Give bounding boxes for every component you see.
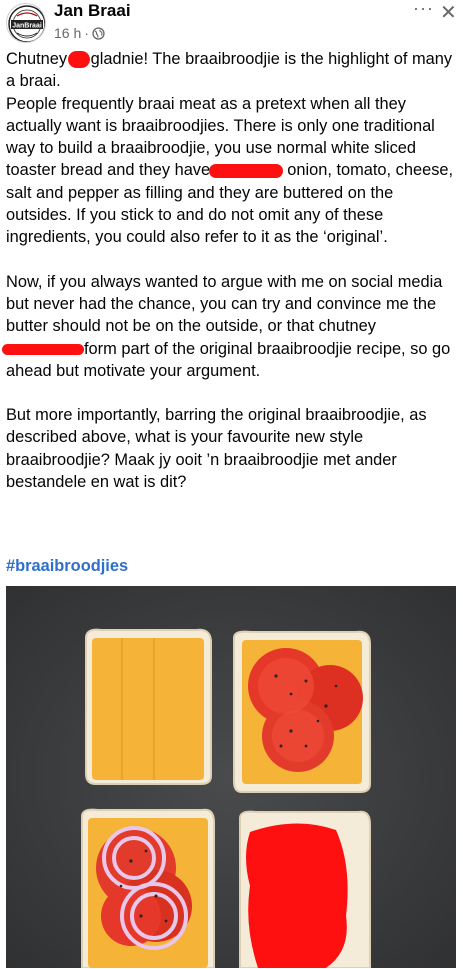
post-line-1a: Chutney — [6, 50, 72, 68]
redaction-mark — [2, 343, 84, 355]
more-options-icon[interactable]: ··· — [413, 0, 434, 19]
post-header: JanBraai Jan Braai 16 h · ··· ✕ — [0, 0, 463, 44]
logo-text: JanBraai — [12, 23, 42, 30]
bread-slice-redacted — [239, 810, 371, 968]
post-paragraph-3: But more importantly, barring the origin… — [6, 406, 432, 492]
redaction-mark — [67, 51, 90, 69]
hashtag-link[interactable]: #braaibroodjies — [6, 557, 128, 576]
jan-braai-logo-icon: JanBraai — [8, 5, 45, 42]
post-photo[interactable] — [6, 586, 456, 968]
bread-slice-onion — [81, 808, 215, 968]
post-para2-a: Now, if you always wanted to argue with … — [6, 272, 447, 336]
post-paragraph-1: Chutney gladnie! The braaibroodjie is th… — [6, 48, 456, 249]
post-paragraph-2: Now, if you always wanted to argue with … — [2, 271, 456, 382]
braaibroodjie-photo — [6, 586, 456, 968]
close-icon[interactable]: ✕ — [440, 0, 457, 25]
author-name[interactable]: Jan Braai — [54, 1, 131, 21]
bread-slice-cheese — [85, 628, 212, 785]
post-text: Chutney gladnie! The braaibroodjie is th… — [2, 48, 456, 493]
globe-icon — [92, 26, 105, 40]
meta-separator: · — [84, 25, 89, 41]
bread-slice-tomato — [233, 630, 371, 793]
page-avatar[interactable]: JanBraai — [6, 3, 46, 43]
post-meta: 16 h · — [54, 25, 105, 41]
post-time[interactable]: 16 h — [54, 25, 81, 41]
redaction-mark — [208, 164, 283, 179]
